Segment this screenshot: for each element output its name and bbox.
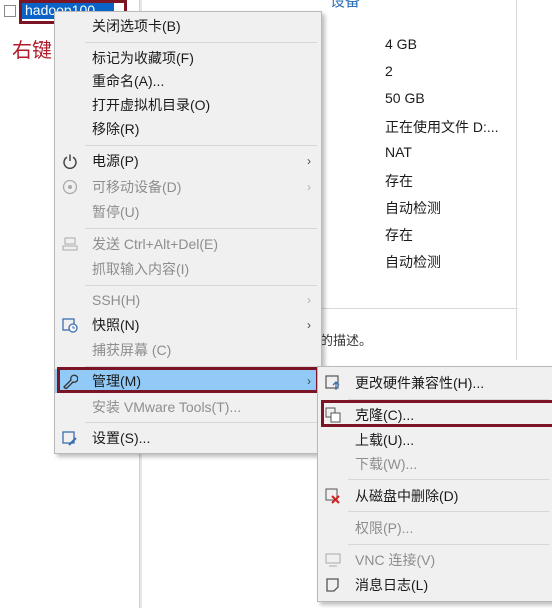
menu-rename[interactable]: 重命名(A)...: [55, 69, 321, 93]
menu-open-vm-dir[interactable]: 打开虚拟机目录(O): [55, 93, 321, 117]
menu-separator: [85, 42, 317, 43]
spec-usb: 存在: [385, 173, 413, 189]
removable-device-icon: [61, 178, 79, 196]
submenu-arrow-icon: ›: [307, 318, 311, 332]
submenu-download[interactable]: 下载(W)...: [318, 452, 552, 476]
menu-snapshot[interactable]: 快照(N) ›: [55, 313, 321, 337]
submenu-change-hw-compat[interactable]: 更改硬件兼容性(H)...: [318, 371, 552, 395]
keyboard-icon: [61, 235, 79, 253]
menu-separator: [85, 145, 317, 146]
menu-capture-screen[interactable]: 捕获屏幕 (C): [55, 338, 321, 362]
menu-separator: [348, 511, 549, 512]
delete-disk-icon: [324, 487, 342, 505]
menu-install-vmware-tools[interactable]: 安装 VMware Tools(T)...: [55, 395, 321, 419]
clone-highlight-box: [321, 400, 552, 427]
submenu-vnc-connection[interactable]: VNC 连接(V): [318, 548, 552, 572]
submenu-delete-from-disk[interactable]: 从磁盘中删除(D): [318, 484, 552, 508]
menu-send-cad[interactable]: 发送 Ctrl+Alt+Del(E): [55, 232, 321, 256]
power-icon: [61, 152, 79, 170]
menu-ssh[interactable]: SSH(H) ›: [55, 288, 321, 312]
spec-sound: 自动检测: [385, 200, 441, 216]
menu-pause[interactable]: 暂停(U): [55, 200, 321, 224]
spec-disk: 50 GB: [385, 90, 425, 106]
menu-settings[interactable]: 设置(S)...: [55, 426, 321, 450]
manage-highlight-box: [57, 367, 319, 393]
spec-display: 自动检测: [385, 254, 441, 270]
spec-memory: 4 GB: [385, 36, 417, 52]
menu-removable-devices[interactable]: 可移动设备(D) ›: [55, 175, 321, 199]
message-log-icon: [324, 576, 342, 594]
section-separator: [318, 308, 518, 309]
snapshot-icon: [61, 316, 79, 334]
hardware-compat-icon: [324, 374, 342, 392]
menu-power[interactable]: 电源(P) ›: [55, 149, 321, 173]
submenu-arrow-icon: ›: [307, 154, 311, 168]
vm-description: 的描述。: [320, 333, 373, 348]
settings-icon: [61, 429, 79, 447]
menu-separator: [348, 479, 549, 480]
spec-processors: 2: [385, 63, 393, 79]
menu-separator: [348, 544, 549, 545]
vnc-icon: [324, 551, 342, 569]
menu-mark-favorite[interactable]: 标记为收藏项(F): [55, 46, 321, 70]
spec-network: NAT: [385, 144, 412, 160]
devices-section-title: 设备: [330, 0, 370, 8]
vm-checkbox[interactable]: [4, 5, 16, 17]
submenu-arrow-icon: ›: [307, 180, 311, 194]
menu-separator: [85, 285, 317, 286]
spec-printer: 存在: [385, 227, 413, 243]
spec-cdrom: 正在使用文件 D:...: [385, 119, 499, 135]
menu-separator: [85, 228, 317, 229]
info-pane-border: [516, 0, 517, 360]
right-click-annotation: 右键: [12, 40, 52, 62]
submenu-arrow-icon: ›: [307, 293, 311, 307]
menu-separator: [85, 422, 317, 423]
menu-grab-input[interactable]: 抓取输入内容(I): [55, 257, 321, 281]
submenu-permissions[interactable]: 权限(P)...: [318, 516, 552, 540]
menu-close-tab[interactable]: 关闭选项卡(B): [55, 14, 321, 38]
menu-remove[interactable]: 移除(R): [55, 117, 321, 141]
submenu-upload[interactable]: 上载(U)...: [318, 428, 552, 452]
submenu-message-log[interactable]: 消息日志(L): [318, 573, 552, 597]
